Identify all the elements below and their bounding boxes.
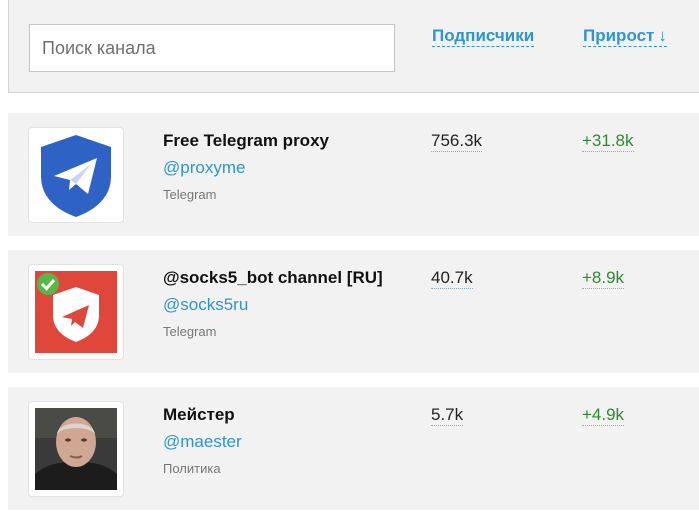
sort-growth-label: Прирост — [583, 26, 655, 45]
growth-count: +8.9k — [582, 268, 625, 289]
verified-shield-icon — [35, 271, 117, 353]
sort-subscribers-link[interactable]: Подписчики — [432, 26, 535, 47]
portrait-photo — [35, 408, 117, 490]
channel-handle[interactable]: @socks5ru — [163, 295, 248, 315]
channel-category: Политика — [163, 461, 221, 476]
growth-count: +31.8k — [582, 131, 634, 152]
channel-category: Telegram — [163, 324, 217, 339]
subscriber-count: 40.7k — [431, 268, 473, 289]
search-input[interactable] — [29, 24, 395, 72]
sort-growth-link[interactable]: Прирост ↓ — [583, 26, 667, 47]
channel-handle[interactable]: @proxyme — [163, 158, 245, 178]
channel-row: @socks5_bot channel [RU] @socks5ru Teleg… — [8, 250, 699, 373]
channel-avatar[interactable] — [28, 401, 124, 497]
channel-title[interactable]: Free Telegram proxy — [163, 131, 329, 151]
shield-paper-plane-icon — [41, 135, 111, 217]
channel-avatar[interactable] — [28, 127, 124, 223]
channel-row: Free Telegram proxy @proxyme Telegram 75… — [8, 113, 699, 236]
growth-count: +4.9k — [582, 405, 625, 426]
channel-handle[interactable]: @maester — [163, 432, 242, 452]
channel-title[interactable]: Мейстер — [163, 405, 235, 425]
channel-avatar[interactable] — [28, 264, 124, 360]
sort-arrow-icon: ↓ — [658, 26, 667, 45]
channel-row: Мейстер @maester Политика 5.7k +4.9k — [8, 387, 699, 510]
channel-category: Telegram — [163, 187, 217, 202]
list-header: Подписчики Прирост↓ — [8, 0, 699, 93]
subscriber-count: 756.3k — [431, 131, 483, 152]
channel-title[interactable]: @socks5_bot channel [RU] — [163, 268, 383, 288]
subscriber-count: 5.7k — [431, 405, 464, 426]
